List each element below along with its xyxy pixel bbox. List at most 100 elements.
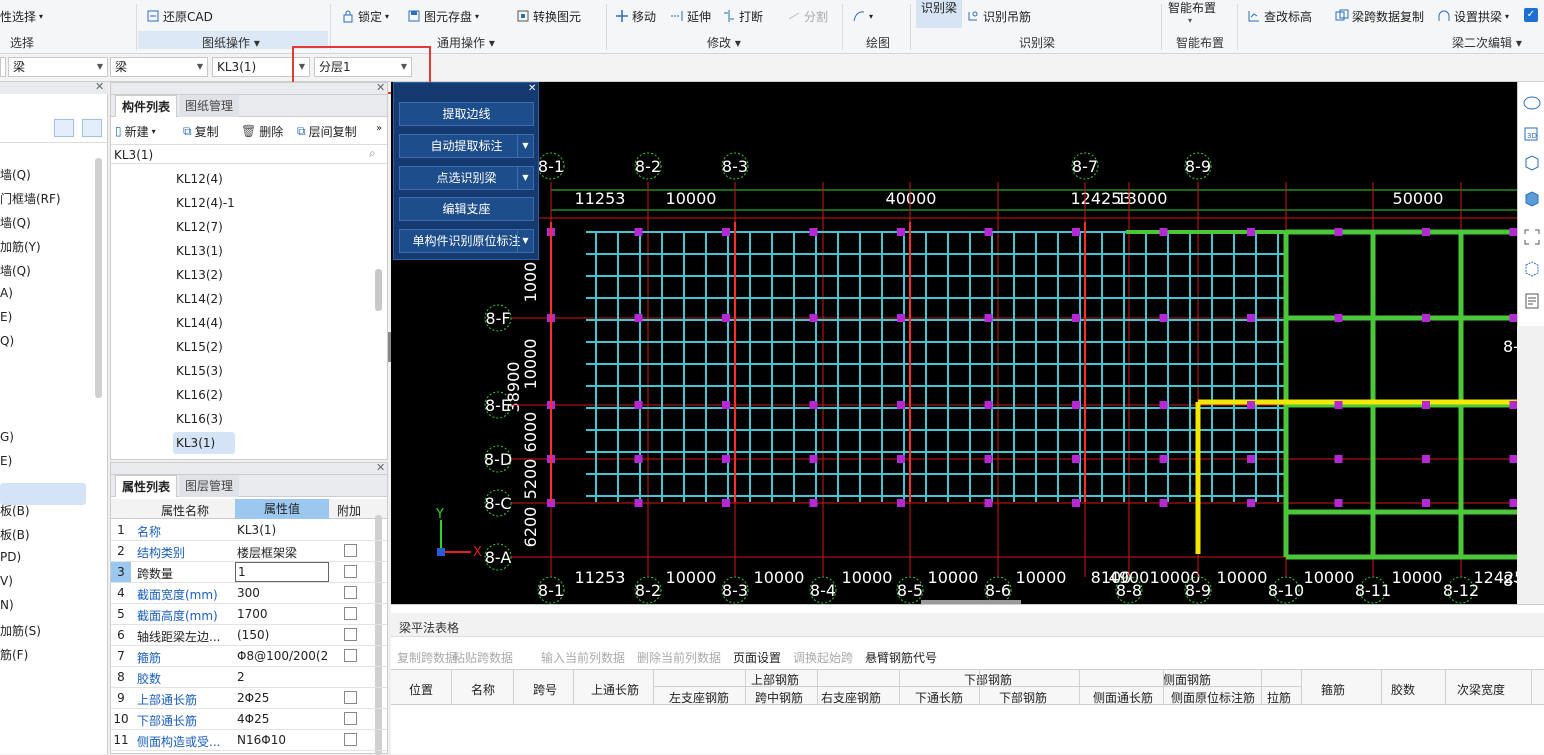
- property-value[interactable]: 楼层框架梁: [237, 544, 329, 561]
- component-item[interactable]: KL15(2): [176, 340, 223, 354]
- splitter-handle[interactable]: [388, 332, 391, 362]
- component-item[interactable]: KL14(2): [176, 292, 223, 306]
- left-nav-item[interactable]: G): [0, 430, 14, 444]
- property-value[interactable]: N16Φ10: [237, 733, 329, 747]
- left-nav-item[interactable]: Q): [0, 334, 14, 348]
- point-recognize-button[interactable]: 点选识别梁 ▼: [399, 166, 534, 190]
- set-arch-beam-button[interactable]: 设置拱梁 ▾: [1437, 6, 1509, 26]
- auto-extract-button[interactable]: 自动提取标注 ▼: [399, 134, 534, 158]
- extra-checkbox[interactable]: [344, 712, 357, 725]
- draw-arc-button[interactable]: ▾: [852, 6, 873, 26]
- left-nav-item[interactable]: 加筋(Y): [0, 238, 41, 255]
- table-header-cell[interactable]: 胶数: [1391, 681, 1415, 698]
- property-row[interactable]: 9 上部通长筋 2Φ25: [111, 688, 387, 709]
- component-item[interactable]: KL12(4): [176, 172, 223, 186]
- ribbon-checkbox[interactable]: ✓: [1524, 8, 1538, 22]
- property-value[interactable]: (150): [237, 628, 329, 642]
- property-value[interactable]: 300: [237, 586, 329, 600]
- table-header-cell[interactable]: 侧面原位标注筋: [1171, 689, 1255, 706]
- table-tool-button[interactable]: 删除当前列数据: [637, 649, 721, 666]
- property-value[interactable]: Φ8@100/200(2): [237, 649, 329, 663]
- left-nav-item[interactable]: 墙(Q): [0, 166, 31, 183]
- cube-solid-icon[interactable]: [1523, 190, 1541, 208]
- table-header-cell[interactable]: 下部钢筋: [999, 689, 1047, 706]
- table-header-cell[interactable]: 名称: [471, 681, 495, 698]
- close-icon[interactable]: ✕: [95, 80, 104, 93]
- close-icon[interactable]: ✕: [376, 461, 385, 474]
- tab-component-list[interactable]: 构件列表: [115, 95, 178, 117]
- selector-type[interactable]: 梁 ▼: [8, 57, 108, 77]
- component-item[interactable]: KL13(2): [176, 268, 223, 282]
- table-header-cell[interactable]: 侧面通长筋: [1093, 689, 1153, 706]
- component-item[interactable]: KL16(2): [176, 388, 223, 402]
- extra-checkbox[interactable]: [344, 649, 357, 662]
- list-view-icon[interactable]: [54, 119, 74, 137]
- cad-canvas[interactable]: 8-1 8-2 8-3 8-7 8-9 11253 10000 40000 124253 1300…: [391, 82, 1517, 604]
- left-nav-item[interactable]: E): [0, 454, 12, 468]
- property-row[interactable]: 7 箍筋 Φ8@100/200(2): [111, 646, 387, 667]
- extra-checkbox[interactable]: [344, 733, 357, 746]
- left-nav-item[interactable]: 筋(F): [0, 646, 28, 663]
- 3d-view-icon[interactable]: 3D: [1523, 124, 1541, 142]
- left-nav-scrollbar[interactable]: [95, 158, 102, 398]
- search-icon[interactable]: ⌕: [369, 146, 376, 161]
- left-nav-item[interactable]: 墙(Q): [0, 262, 31, 279]
- property-value[interactable]: 2: [237, 670, 329, 684]
- table-tool-button[interactable]: 复制跨数据: [397, 649, 457, 666]
- close-icon[interactable]: ✕: [528, 83, 536, 94]
- table-header-cell[interactable]: 右支座钢筋: [821, 689, 881, 706]
- extend-button[interactable]: 延伸: [670, 6, 711, 26]
- left-nav-item[interactable]: V): [0, 574, 13, 588]
- sphere-icon[interactable]: [1523, 94, 1541, 112]
- search-field[interactable]: KL3(1) ⌕: [111, 144, 387, 164]
- property-row[interactable]: 1 名称 KL3(1): [111, 520, 387, 541]
- left-nav-item[interactable]: N): [0, 598, 14, 612]
- tab-layer-manage[interactable]: 图层管理: [179, 475, 240, 497]
- new-button[interactable]: ▯ 新建 ▾: [115, 121, 156, 141]
- smart-layout-button[interactable]: 智能布置: [1168, 0, 1216, 17]
- component-item[interactable]: KL14(4): [176, 316, 223, 330]
- table-tool-button[interactable]: 输入当前列数据: [541, 649, 625, 666]
- extra-checkbox[interactable]: [344, 544, 357, 557]
- property-row[interactable]: 10 下部通长筋 4Φ25: [111, 709, 387, 730]
- property-value[interactable]: 2Φ25: [237, 691, 329, 705]
- extra-checkbox[interactable]: [344, 691, 357, 704]
- component-item[interactable]: KL12(4)-1: [176, 196, 235, 210]
- close-icon[interactable]: ✕: [376, 81, 385, 94]
- property-row[interactable]: 5 截面高度(mm) 1700: [111, 604, 387, 625]
- single-recognize-button[interactable]: 单构件识别原位标注 ▼: [399, 229, 534, 253]
- table-header-cell[interactable]: 位置: [409, 681, 433, 698]
- table-header-cell[interactable]: 箍筋: [1321, 681, 1345, 698]
- restore-cad-button[interactable]: 还原CAD: [146, 6, 213, 26]
- check-elevation-button[interactable]: 查改标高: [1247, 6, 1312, 26]
- property-row[interactable]: 6 轴线距梁左边... (150): [111, 625, 387, 646]
- box-select-icon[interactable]: [1523, 260, 1541, 278]
- report-icon[interactable]: [1523, 292, 1541, 310]
- table-header-cell[interactable]: 上通长筋: [591, 681, 639, 698]
- component-item[interactable]: KL16(3): [176, 412, 223, 426]
- property-value[interactable]: KL3(1): [237, 523, 329, 537]
- component-item[interactable]: KL15(3): [176, 364, 223, 378]
- left-nav-item[interactable]: A): [0, 286, 13, 300]
- extract-edge-button[interactable]: 提取边线: [399, 102, 534, 126]
- table-header-cell[interactable]: 拉筋: [1267, 689, 1291, 706]
- table-header-cell[interactable]: 跨号: [533, 681, 557, 698]
- delete-button[interactable]: 🗑 删除: [241, 121, 283, 141]
- beam-span-copy-button[interactable]: 梁跨数据复制: [1335, 6, 1424, 26]
- floor-copy-button[interactable]: ⧉ 层间复制: [297, 121, 357, 141]
- tab-property-list[interactable]: 属性列表: [115, 475, 178, 497]
- drawing-ops-group[interactable]: 图纸操作 ▾: [202, 34, 260, 51]
- component-item[interactable]: KL12(7): [176, 220, 223, 234]
- selector-1[interactable]: [0, 57, 6, 77]
- tab-drawing-manage[interactable]: 图纸管理: [179, 95, 240, 117]
- table-tool-button[interactable]: 悬臂钢筋代号: [865, 649, 937, 666]
- table-header-cell[interactable]: 下通长筋: [915, 689, 963, 706]
- extra-checkbox[interactable]: [344, 607, 357, 620]
- copy-button[interactable]: ⧉ 复制: [183, 121, 219, 141]
- list-scrollbar[interactable]: [375, 269, 382, 311]
- recognize-hanger-button[interactable]: 识别吊筋: [966, 6, 1031, 26]
- general-ops-group[interactable]: 通用操作 ▾: [437, 34, 495, 51]
- lock-button[interactable]: 锁定 ▾: [341, 6, 389, 26]
- extra-checkbox[interactable]: [344, 628, 357, 641]
- edit-support-button[interactable]: 编辑支座: [399, 197, 534, 221]
